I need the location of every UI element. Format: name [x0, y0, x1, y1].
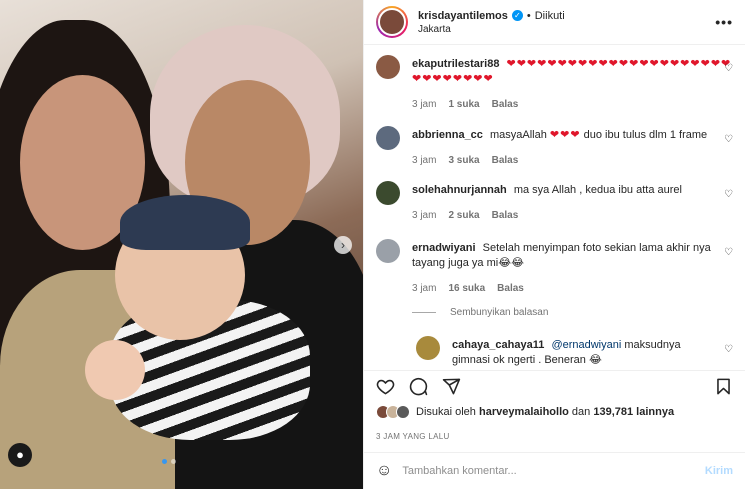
commenter-avatar[interactable] [376, 126, 400, 150]
send-button[interactable]: Kirim [705, 465, 733, 477]
carousel-dot [171, 459, 176, 464]
comment-item: ekaputrilestari88 ❤❤❤❤❤❤❤❤❤❤❤❤❤❤❤❤❤❤❤❤❤❤… [376, 55, 733, 112]
verified-badge-icon: ✓ [511, 10, 523, 21]
commenter-avatar[interactable] [376, 239, 400, 263]
emoji-icon[interactable]: ☺ [376, 462, 392, 480]
user-tags-button[interactable]: ● [8, 443, 32, 467]
likes-count[interactable]: 139,781 lainnya [593, 406, 674, 418]
comment-text: ma sya Allah , kedua ibu atta aurel [513, 184, 682, 196]
comment-time[interactable]: 3 jam [412, 97, 436, 112]
comment-username[interactable]: ernadwiyani [412, 242, 476, 254]
post-side-panel: krisdayantilemos ✓ • Diikuti Jakarta •••… [363, 0, 745, 489]
comment-username[interactable]: ekaputrilestari88 [412, 58, 499, 70]
comment-item: ernadwiyani Setelah menyimpan foto sekia… [376, 239, 733, 296]
comment-like-icon[interactable]: ♡ [724, 134, 733, 145]
bookmark-icon[interactable] [714, 377, 733, 396]
reply-item: cahaya_cahaya11 @ernadwiyani maksudnya g… [416, 336, 733, 368]
comment-username[interactable]: abbrienna_cc [412, 129, 483, 141]
photo-shape [85, 340, 145, 400]
comment-time[interactable]: 3 jam [412, 281, 436, 296]
liker-avatars[interactable] [376, 405, 410, 419]
comment-like-icon[interactable]: ♡ [724, 189, 733, 200]
comment-like-icon[interactable]: ♡ [724, 247, 733, 258]
comment-like-icon[interactable]: ♡ [724, 63, 733, 74]
reply-button[interactable]: Balas [492, 97, 519, 112]
author-username[interactable]: krisdayantilemos [418, 10, 508, 22]
likes-prefix: Disukai oleh [416, 406, 476, 418]
post-timestamp[interactable]: 3 JAM YANG LALU [376, 432, 450, 441]
comment-likes[interactable]: 3 suka [448, 153, 479, 168]
comment-time[interactable]: 3 jam [412, 208, 436, 223]
commenter-avatar[interactable] [416, 336, 440, 360]
comment-icon[interactable] [409, 377, 428, 396]
post-header: krisdayantilemos ✓ • Diikuti Jakarta ••• [364, 0, 745, 45]
comment-likes[interactable]: 16 suka [448, 281, 485, 296]
more-options-icon[interactable]: ••• [715, 14, 733, 30]
add-comment-bar: ☺ Kirim [364, 452, 745, 489]
author-avatar[interactable] [376, 6, 408, 38]
comment-likes[interactable]: 1 suka [448, 97, 479, 112]
comment-text: duo ibu tulus dlm 1 frame [583, 129, 708, 141]
separator-dot: • [526, 9, 531, 22]
liker-username[interactable]: harveymalaihollo [479, 406, 569, 418]
carousel-next-button[interactable]: › [334, 236, 352, 254]
comment-like-icon[interactable]: ♡ [724, 344, 733, 355]
carousel-indicator [162, 459, 176, 464]
comment-emoji: ❤❤❤ [549, 129, 581, 141]
comment-username[interactable]: cahaya_cahaya11 [452, 339, 544, 351]
comment-item: solehahnurjannah ma sya Allah , kedua ib… [376, 181, 733, 223]
likes-conj: dan [571, 406, 591, 418]
commenter-avatar[interactable] [376, 55, 400, 79]
likes-summary: Disukai oleh harveymalaihollo dan 139,78… [376, 405, 674, 419]
avatar [396, 405, 410, 419]
comment-mention[interactable]: @ernadwiyani [551, 339, 621, 351]
divider [412, 312, 436, 313]
reply-button[interactable]: Balas [492, 153, 519, 168]
comment-text: masyaAllah [489, 129, 547, 141]
comments-list: ekaputrilestari88 ❤❤❤❤❤❤❤❤❤❤❤❤❤❤❤❤❤❤❤❤❤❤… [364, 46, 745, 368]
post-actions [364, 370, 745, 402]
following-button[interactable]: Diikuti [535, 10, 565, 22]
reply-button[interactable]: Balas [497, 281, 524, 296]
post-photo[interactable]: › ● [0, 0, 363, 489]
person-icon: ● [16, 447, 24, 462]
commenter-avatar[interactable] [376, 181, 400, 205]
carousel-dot-active [162, 459, 167, 464]
hide-replies-label: Sembunyikan balasan [450, 307, 549, 318]
comment-input[interactable] [402, 465, 705, 477]
hide-replies-button[interactable]: Sembunyikan balasan [412, 307, 548, 318]
comment-username[interactable]: solehahnurjannah [412, 184, 507, 196]
reply-button[interactable]: Balas [492, 208, 519, 223]
share-icon[interactable] [442, 377, 461, 396]
heart-icon[interactable] [376, 377, 395, 396]
comment-likes[interactable]: 2 suka [448, 208, 479, 223]
instagram-post: › ● krisdayantilemos ✓ • Diikuti Jakarta… [0, 0, 745, 489]
comment-item: abbrienna_cc masyaAllah ❤❤❤ duo ibu tulu… [376, 126, 733, 168]
post-location[interactable]: Jakarta [418, 24, 715, 35]
photo-shape [120, 195, 250, 250]
comment-time[interactable]: 3 jam [412, 153, 436, 168]
